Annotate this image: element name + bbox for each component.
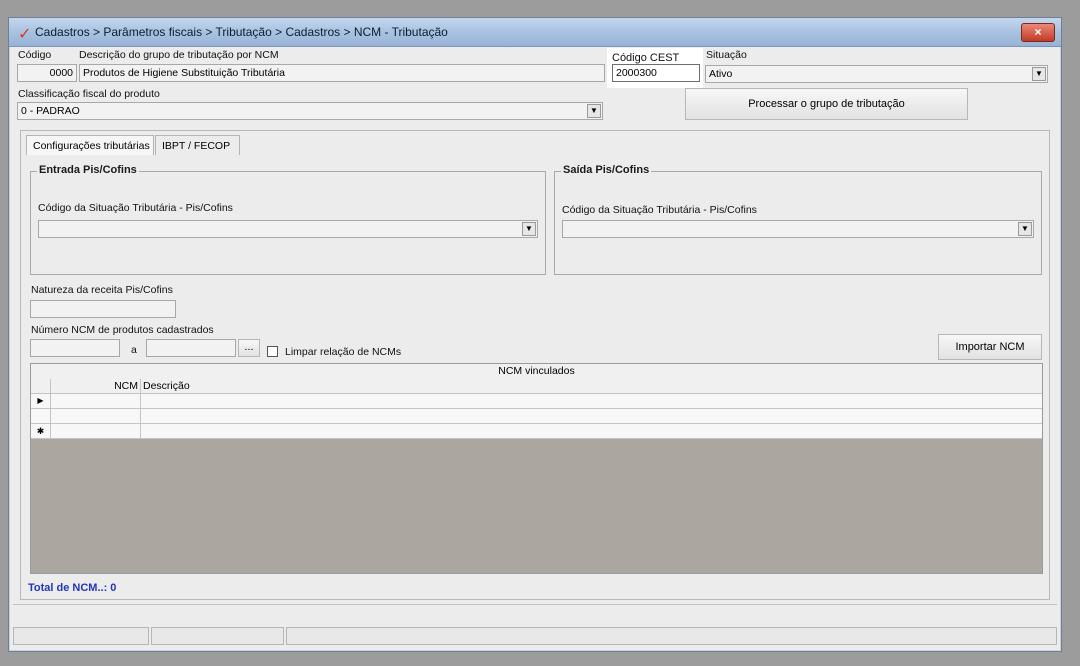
table-row[interactable] xyxy=(31,409,1042,424)
saida-cst-label: Código da Situação Tributária - Pis/Cofi… xyxy=(562,204,757,216)
entrada-cst-select[interactable]: ▼ xyxy=(38,220,538,238)
importar-ncm-button[interactable]: Importar NCM xyxy=(938,334,1042,360)
status-bar xyxy=(13,627,1057,647)
chevron-down-icon[interactable]: ▼ xyxy=(1018,222,1032,236)
divider xyxy=(13,604,1057,605)
current-row-icon: ▶ xyxy=(31,394,51,409)
codigo-label: Código xyxy=(18,49,52,61)
grid-caption: NCM vinculados xyxy=(31,364,1042,380)
ncm-range-separator: a xyxy=(131,344,137,356)
column-header-ncm[interactable]: NCM xyxy=(51,379,141,394)
processar-button[interactable]: Processar o grupo de tributação xyxy=(685,88,968,120)
chevron-down-icon[interactable]: ▼ xyxy=(1032,67,1046,81)
row-indicator xyxy=(31,409,51,424)
classificacao-value: 0 - PADRAO xyxy=(21,105,80,117)
cell-ncm[interactable] xyxy=(51,409,141,424)
chevron-down-icon[interactable]: ▼ xyxy=(522,222,536,236)
entrada-title: Entrada Pis/Cofins xyxy=(37,164,139,176)
descricao-field[interactable]: Produtos de Higiene Substituição Tributá… xyxy=(79,64,605,82)
tab-configuracoes-tributarias[interactable]: Configurações tributárias xyxy=(26,135,154,155)
saida-cst-select[interactable]: ▼ xyxy=(562,220,1034,238)
codigo-field[interactable]: 0000 xyxy=(17,64,77,82)
tab-ibpt-fecop[interactable]: IBPT / FECOP xyxy=(155,135,240,155)
cell-descricao[interactable] xyxy=(141,409,1042,424)
window-title: Cadastros > Parâmetros fiscais > Tributa… xyxy=(35,25,448,39)
classificacao-select[interactable]: 0 - PADRAO ▼ xyxy=(17,102,603,120)
app-check-icon: ✓ xyxy=(18,26,32,43)
natureza-label: Natureza da receita Pis/Cofins xyxy=(31,284,173,296)
row-indicator-header xyxy=(31,379,51,394)
table-row[interactable]: ✱ xyxy=(31,424,1042,439)
status-cell xyxy=(286,627,1057,645)
cell-descricao[interactable] xyxy=(141,424,1042,439)
descricao-label: Descrição do grupo de tributação por NCM xyxy=(79,49,279,61)
ncm-range-label: Número NCM de produtos cadastrados xyxy=(31,324,214,336)
entrada-cst-label: Código da Situação Tributária - Pis/Cofi… xyxy=(38,202,233,214)
entrada-groupbox: Entrada Pis/Cofins Código da Situação Tr… xyxy=(30,164,546,275)
saida-title: Saída Pis/Cofins xyxy=(561,164,652,176)
column-header-descricao[interactable]: Descrição xyxy=(141,379,1042,394)
ncm-browse-button[interactable]: ... xyxy=(238,339,260,357)
new-row-icon: ✱ xyxy=(31,424,51,439)
cest-input[interactable]: 2000300 xyxy=(612,64,700,82)
cell-ncm[interactable] xyxy=(51,424,141,439)
cell-ncm[interactable] xyxy=(51,394,141,409)
status-cell xyxy=(151,627,284,645)
close-icon: × xyxy=(1034,25,1042,39)
title-bar[interactable]: ✓ Cadastros > Parâmetros fiscais > Tribu… xyxy=(9,18,1061,47)
situacao-value: Ativo xyxy=(709,68,733,80)
situacao-select[interactable]: Ativo ▼ xyxy=(705,65,1048,83)
limpar-ncm-checkbox[interactable] xyxy=(267,346,278,357)
ncm-to-input[interactable] xyxy=(146,339,236,357)
cest-label: Código CEST xyxy=(612,52,680,64)
grid-header-row: NCM Descrição xyxy=(31,379,1042,394)
limpar-ncm-label: Limpar relação de NCMs xyxy=(285,346,402,358)
table-row[interactable]: ▶ xyxy=(31,394,1042,409)
main-window: ✓ Cadastros > Parâmetros fiscais > Tribu… xyxy=(8,17,1062,652)
classificacao-label: Classificação fiscal do produto xyxy=(18,88,160,100)
close-button[interactable]: × xyxy=(1021,23,1055,42)
ncm-from-input[interactable] xyxy=(30,339,120,357)
saida-groupbox: Saída Pis/Cofins Código da Situação Trib… xyxy=(554,164,1042,275)
natureza-input[interactable] xyxy=(30,300,176,318)
chevron-down-icon[interactable]: ▼ xyxy=(587,104,601,118)
ncm-grid[interactable]: NCM vinculados NCM Descrição ▶ ✱ xyxy=(30,363,1043,574)
situacao-label: Situação xyxy=(706,49,747,61)
total-ncm-label: Total de NCM..: 0 xyxy=(28,582,117,594)
status-cell xyxy=(13,627,149,645)
cell-descricao[interactable] xyxy=(141,394,1042,409)
